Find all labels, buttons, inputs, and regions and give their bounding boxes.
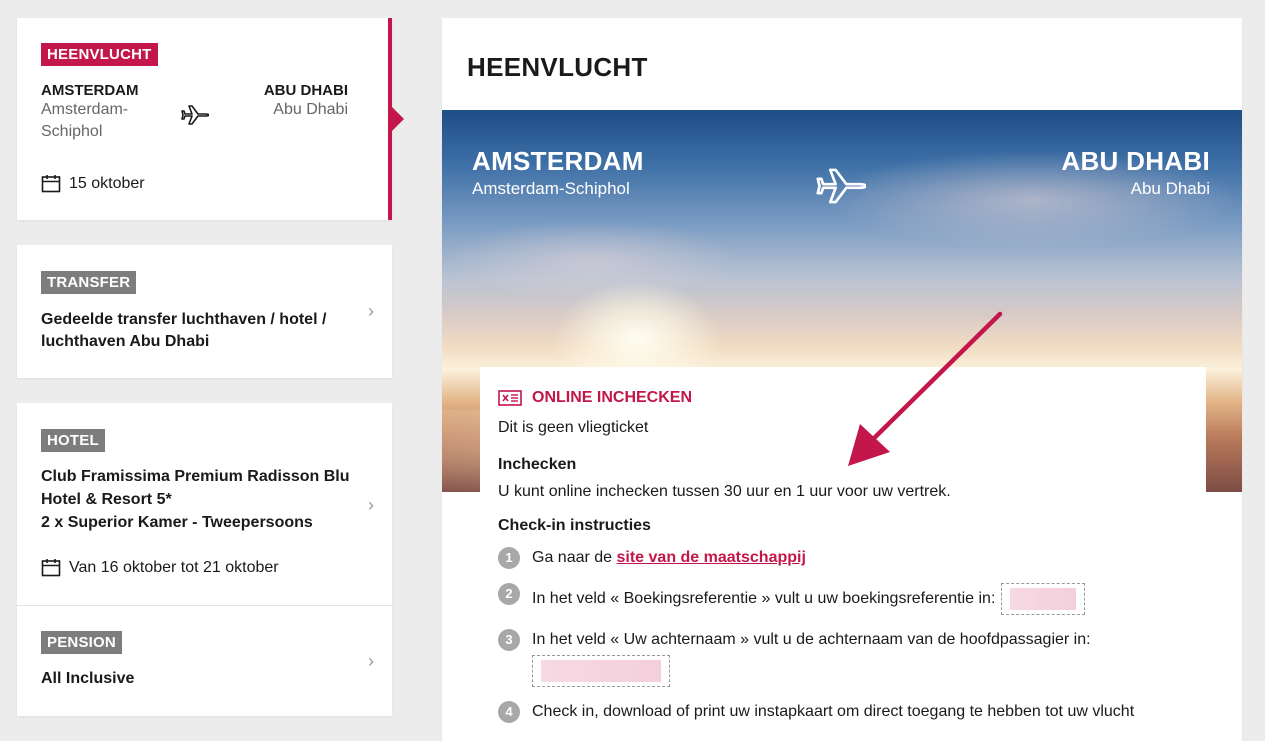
hotel-badge: HOTEL [41,429,105,452]
hotel-card[interactable]: HOTEL Club Framissima Premium Radisson B… [17,403,392,716]
step-number: 3 [498,629,520,651]
page-title: HEENVLUCHT [467,52,648,82]
active-pointer [392,107,404,131]
hotel-name-line1: Club Framissima Premium Radisson Blu [41,468,350,485]
checkin-section-title: Inchecken [498,456,577,473]
hotel-name-line2: Hotel & Resort 5* [41,491,172,508]
surname-field [532,655,670,687]
hero-origin-city: AMSTERDAM [472,146,644,176]
list-item: 3 In het veld « Uw achternaam » vult u d… [498,629,1188,687]
hero-origin-airport: Amsterdam-Schiphol [472,179,630,198]
flight-card[interactable]: HEENVLUCHT AMSTERDAM Amsterdam-Schiphol … [17,18,404,220]
calendar-icon [41,559,61,577]
destination-airport: Abu Dhabi [273,101,348,118]
hero-destination-city: ABU DHABI [1061,146,1210,176]
transfer-card[interactable]: TRANSFER Gedeelde transfer luchthaven / … [17,245,392,378]
hotel-dates: Van 16 oktober tot 21 oktober [41,558,279,577]
step-number: 4 [498,701,520,723]
hero-origin: AMSTERDAM Amsterdam-Schiphol [472,146,644,199]
pension-text: All Inclusive [41,670,135,687]
list-item: 4 Check in, download of print uw instapk… [498,701,1188,723]
hero-destination: ABU DHABI Abu Dhabi [1061,146,1210,199]
checkin-heading-text: ONLINE INCHECKEN [532,389,693,406]
divider [17,605,392,606]
step-text: In het veld « Boekingsreferentie » vult … [532,583,1086,615]
ticket-icon [498,390,522,406]
online-checkin-box: ONLINE INCHECKEN Dit is geen vliegticket… [480,367,1206,741]
plane-icon [816,168,866,204]
step-number: 1 [498,547,520,569]
hotel-details: Club Framissima Premium Radisson Blu Hot… [41,465,361,534]
flight-date-text: 15 oktober [69,174,145,192]
step-text: Check in, download of print uw instapkaa… [532,703,1135,720]
step-text: Ga naar de site van de maatschappij [532,549,806,566]
hero-destination-airport: Abu Dhabi [1130,179,1210,198]
list-item: 2 In het veld « Boekingsreferentie » vul… [498,583,1188,615]
step-number: 2 [498,583,520,605]
flight-date: 15 oktober [41,174,145,193]
step-text: In het veld « Uw achternaam » vult u de … [532,629,1091,687]
plane-icon [181,105,209,125]
flight-destination: ABU DHABI Abu Dhabi [228,82,348,121]
flight-badge: HEENVLUCHT [41,43,158,66]
flight-origin: AMSTERDAM Amsterdam-Schiphol [41,82,161,143]
pension-badge: PENSION [41,631,122,654]
instructions-list: 1 Ga naar de site van de maatschappij 2 … [498,547,1188,723]
chevron-right-icon: › [368,651,374,671]
destination-city: ABU DHABI [263,82,348,99]
checkin-section-text: U kunt online inchecken tussen 30 uur en… [498,483,951,500]
chevron-right-icon: › [368,301,374,321]
checkin-subtitle: Dit is geen vliegticket [498,419,649,436]
origin-airport: Amsterdam-Schiphol [41,101,129,140]
calendar-icon [41,175,61,193]
instructions-title: Check-in instructies [498,517,651,534]
origin-city: AMSTERDAM [41,82,139,99]
hotel-room: 2 x Superior Kamer - Tweepersoons [41,514,313,531]
airline-site-link[interactable]: site van de maatschappij [617,549,806,566]
list-item: 1 Ga naar de site van de maatschappij [498,547,1188,569]
chevron-right-icon: › [368,495,374,515]
checkin-heading: ONLINE INCHECKEN [498,389,1188,407]
hotel-dates-text: Van 16 oktober tot 21 oktober [69,558,279,576]
booking-reference-field [1001,583,1086,615]
transfer-badge: TRANSFER [41,271,137,294]
transfer-description: Gedeelde transfer luchthaven / hotel / l… [41,311,327,350]
flight-detail-panel: HEENVLUCHT AMSTERDAM Amsterdam-Schiphol … [442,18,1242,741]
